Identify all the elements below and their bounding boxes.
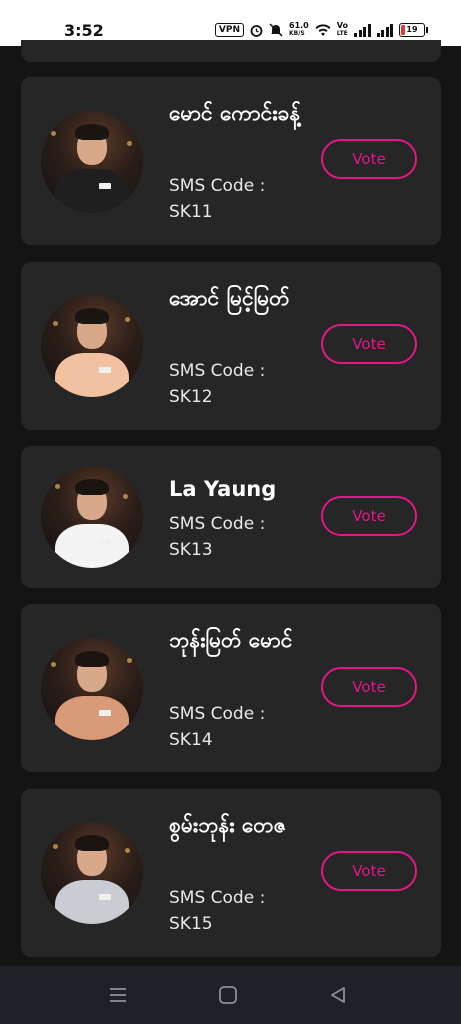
network-speed: 61.0 KB/S: [289, 21, 309, 38]
battery-icon: 19: [399, 23, 428, 37]
sms-code-label: SMS Code :: [169, 176, 266, 196]
system-nav-bar: [0, 966, 461, 1024]
contestant-card: စွမ်းဘုန်း တေဇ SMS Code : SK15 Vote: [21, 789, 441, 957]
vote-button[interactable]: Vote: [321, 139, 417, 179]
sms-code-value: SK11: [169, 202, 213, 222]
mute-icon: [269, 23, 283, 37]
contestant-avatar: [41, 466, 143, 568]
menu-icon[interactable]: [107, 984, 129, 1006]
contestant-card: ဘုန်းမြတ် မောင် SMS Code : SK14 Vote: [21, 604, 441, 772]
alarm-icon: [250, 24, 263, 37]
back-icon[interactable]: [327, 984, 349, 1006]
vote-button[interactable]: Vote: [321, 324, 417, 364]
contestant-name: La Yaung: [169, 477, 277, 501]
sms-code-value: SK15: [169, 914, 213, 934]
contestant-avatar: [41, 111, 143, 213]
contestant-avatar: [41, 295, 143, 397]
vpn-icon: VPN: [214, 23, 244, 37]
sms-code-label: SMS Code :: [169, 888, 266, 908]
sms-code-value: SK14: [169, 730, 213, 750]
vote-button[interactable]: Vote: [321, 667, 417, 707]
contestant-name: အောင် မြင့်မြတ်: [169, 286, 290, 310]
home-icon[interactable]: [217, 984, 239, 1006]
contestant-name: ဘုန်းမြတ် မောင်: [169, 628, 293, 652]
status-icons: VPN 61.0 KB/S Vo LTE 19: [214, 21, 428, 38]
contestant-avatar: [41, 822, 143, 924]
previous-card-edge: [21, 40, 441, 62]
sms-code-label: SMS Code :: [169, 361, 266, 381]
contestant-card: La Yaung SMS Code : SK13 Vote: [21, 446, 441, 588]
wifi-icon: [315, 23, 331, 36]
contestant-name: မောင် ကောင်းခန့်: [169, 101, 301, 125]
sms-code-value: SK13: [169, 540, 213, 560]
sms-code-value: SK12: [169, 387, 213, 407]
volte-icon: Vo LTE: [336, 21, 348, 38]
contestant-card: မောင် ကောင်းခန့် SMS Code : SK11 Vote: [21, 77, 441, 245]
signal-icon-2: [376, 23, 393, 37]
contestant-card: အောင် မြင့်မြတ် SMS Code : SK12 Vote: [21, 262, 441, 430]
signal-icon: [354, 23, 371, 37]
vote-button[interactable]: Vote: [321, 496, 417, 536]
contestant-avatar: [41, 638, 143, 740]
vote-button[interactable]: Vote: [321, 851, 417, 891]
status-time: 3:52: [64, 21, 104, 40]
sms-code-label: SMS Code :: [169, 704, 266, 724]
contestant-name: စွမ်းဘုန်း တေဇ: [169, 813, 287, 837]
sms-code-label: SMS Code :: [169, 514, 266, 534]
